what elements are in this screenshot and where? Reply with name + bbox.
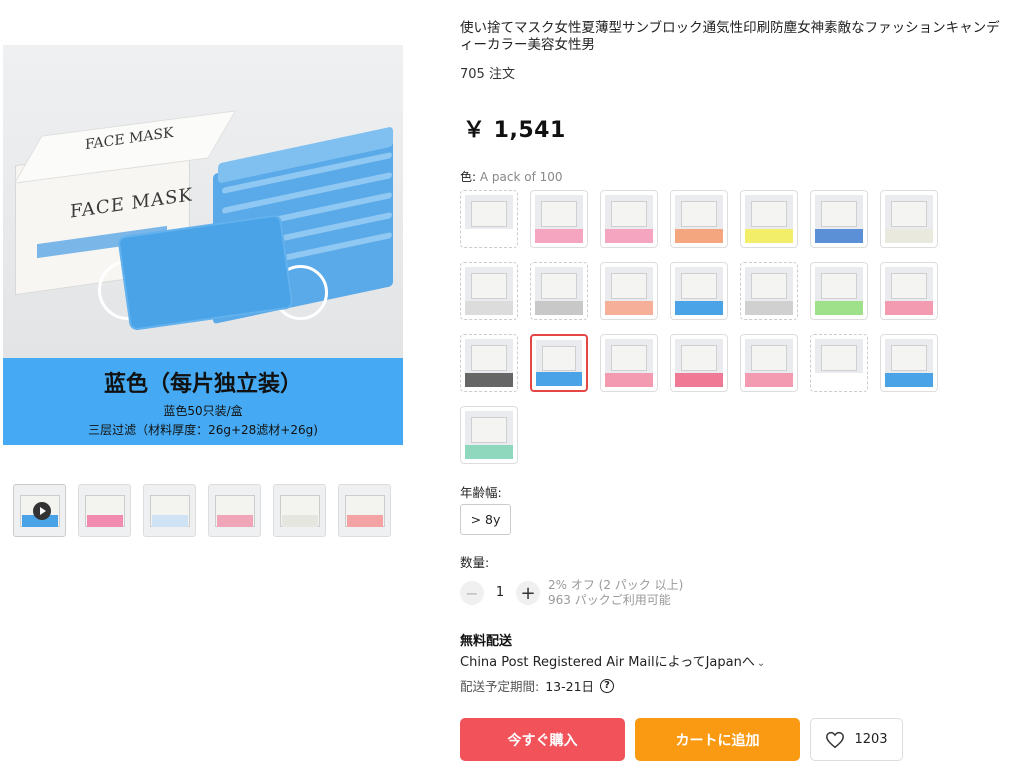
thumbnail-strip xyxy=(13,484,391,537)
eta-value: 13-21日 xyxy=(545,679,595,694)
discount-text: 2% オフ (2 パック 以上) xyxy=(548,578,684,592)
shipping-title: 無料配送 xyxy=(460,634,513,649)
caption-title: 蓝色（每片独立装） xyxy=(103,372,302,397)
color-swatch-17[interactable] xyxy=(600,334,658,392)
color-value: A pack of 100 xyxy=(479,170,563,184)
color-swatch-21[interactable] xyxy=(880,334,938,392)
color-swatch-9[interactable] xyxy=(530,262,588,320)
order-count: 705 注文 xyxy=(460,67,515,82)
quantity-value[interactable]: 1 xyxy=(494,585,506,600)
color-swatch-16[interactable] xyxy=(530,334,588,392)
thumbnail-4[interactable] xyxy=(208,484,261,537)
wishlist-count: 1203 xyxy=(854,732,888,747)
color-swatch-14[interactable] xyxy=(880,262,938,320)
caption-line-2: 三层过滤（材料厚度：26g+28滤材+26g) xyxy=(88,423,318,437)
availability-text: 963 パックご利用可能 xyxy=(548,593,671,607)
product-price: ￥ 1,541 xyxy=(463,118,566,143)
caption-line-1: 蓝色50只装/盒 xyxy=(163,404,243,418)
add-to-cart-button[interactable]: カートに追加 xyxy=(635,718,800,761)
color-swatch-22[interactable] xyxy=(460,406,518,464)
color-swatch-8[interactable] xyxy=(460,262,518,320)
quantity-note: 2% オフ (2 パック 以上) 963 パックご利用可能 xyxy=(548,578,683,608)
age-label: 年齢幅: xyxy=(460,485,502,500)
thumbnail-3[interactable] xyxy=(143,484,196,537)
color-swatch-7[interactable] xyxy=(880,190,938,248)
color-swatch-12[interactable] xyxy=(740,262,798,320)
product-title: 使い捨てマスク女性夏薄型サンブロック通気性印刷防塵女神素敵なファッションキャンデ… xyxy=(460,20,1000,53)
color-label: 色: A pack of 100 xyxy=(460,170,563,184)
color-swatch-1[interactable] xyxy=(460,190,518,248)
shipping-method-selector[interactable]: China Post Registered Air MailによってJapanへ… xyxy=(460,651,765,670)
heart-icon xyxy=(826,731,845,748)
color-swatch-4[interactable] xyxy=(670,190,728,248)
color-swatch-5[interactable] xyxy=(740,190,798,248)
color-swatch-20[interactable] xyxy=(810,334,868,392)
wishlist-button[interactable]: 1203 xyxy=(810,718,903,761)
delivery-estimate: 配送予定期間: 13-21日 ? xyxy=(460,676,615,695)
color-swatch-11[interactable] xyxy=(670,262,728,320)
shipping-method-text: China Post Registered Air MailによってJapanへ xyxy=(460,655,755,670)
thumbnail-1[interactable] xyxy=(13,484,66,537)
chevron-down-icon: ⌄ xyxy=(756,658,766,669)
product-photo: FACE MASK FACE MASK xyxy=(3,45,403,358)
quantity-decrease-button[interactable]: − xyxy=(460,581,484,605)
play-icon xyxy=(33,502,51,520)
color-swatch-19[interactable] xyxy=(740,334,798,392)
thumbnail-5[interactable] xyxy=(273,484,326,537)
image-caption-band: 蓝色（每片独立装） 蓝色50只装/盒 三层过滤（材料厚度：26g+28滤材+26… xyxy=(3,358,403,445)
age-option-button[interactable]: > 8y xyxy=(460,504,511,535)
buy-now-button[interactable]: 今すぐ購入 xyxy=(460,718,625,761)
thumbnail-6[interactable] xyxy=(338,484,391,537)
color-swatch-2[interactable] xyxy=(530,190,588,248)
eta-label: 配送予定期間: xyxy=(460,679,540,694)
color-swatch-6[interactable] xyxy=(810,190,868,248)
quantity-label: 数量: xyxy=(460,555,490,570)
quantity-increase-button[interactable]: + xyxy=(516,581,540,605)
color-swatch-10[interactable] xyxy=(600,262,658,320)
thumbnail-2[interactable] xyxy=(78,484,131,537)
color-swatch-15[interactable] xyxy=(460,334,518,392)
color-swatch-18[interactable] xyxy=(670,334,728,392)
color-swatch-3[interactable] xyxy=(600,190,658,248)
color-swatch-13[interactable] xyxy=(810,262,868,320)
main-product-image[interactable]: FACE MASK FACE MASK 蓝色（每片独立装） 蓝色50只装/盒 三… xyxy=(3,45,403,445)
help-icon[interactable]: ? xyxy=(600,678,615,693)
